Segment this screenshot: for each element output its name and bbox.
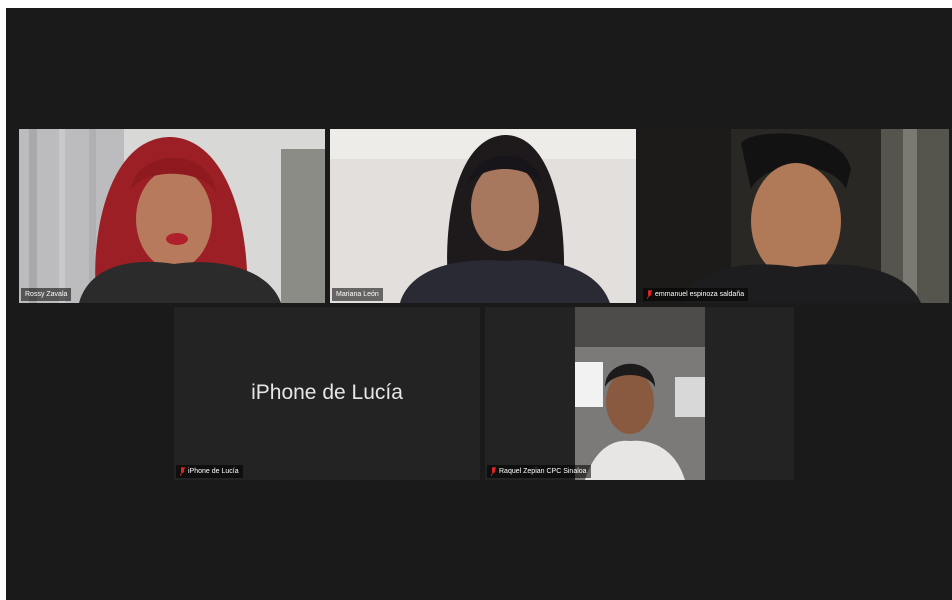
participant-name: Raquel Zepian CPC Sinaloa xyxy=(499,468,587,475)
participant-tile-emmanuel-espinoza-saldana[interactable]: emmanuel espinoza saldaña xyxy=(641,129,949,303)
participant-video xyxy=(330,129,636,303)
participant-name-bar: Mariana León xyxy=(332,288,383,301)
participant-video xyxy=(19,129,325,303)
participant-video xyxy=(641,129,949,303)
participant-tile-mariana-leon[interactable]: Mariana León xyxy=(330,129,636,303)
participant-video xyxy=(575,307,705,480)
muted-mic-icon xyxy=(180,467,185,476)
participant-name-bar: emmanuel espinoza saldaña xyxy=(643,288,749,301)
participant-name-bar: Raquel Zepian CPC Sinaloa xyxy=(487,465,591,478)
participant-tile-rossy-zavala[interactable]: Rossy Zavala xyxy=(19,129,325,303)
participant-name: Rossy Zavala xyxy=(25,291,68,298)
participant-name: emmanuel espinoza saldaña xyxy=(655,291,745,298)
participant-display-name: iPhone de Lucía xyxy=(251,381,403,404)
participant-name-bar: iPhone de Lucía xyxy=(176,465,243,478)
participant-tile-raquel-zepian[interactable]: Raquel Zepian CPC Sinaloa xyxy=(485,307,794,480)
participant-name: iPhone de Lucía xyxy=(188,468,239,475)
muted-mic-icon xyxy=(491,467,496,476)
meeting-gallery-view: Rossy Zavala Mariana León emmanuel espin… xyxy=(6,8,952,600)
participant-name-bar: Rossy Zavala xyxy=(21,288,72,301)
participant-tile-iphone-de-lucia[interactable]: iPhone de Lucía iPhone de Lucía xyxy=(174,307,480,480)
participant-name: Mariana León xyxy=(336,291,379,298)
muted-mic-icon xyxy=(647,290,652,299)
